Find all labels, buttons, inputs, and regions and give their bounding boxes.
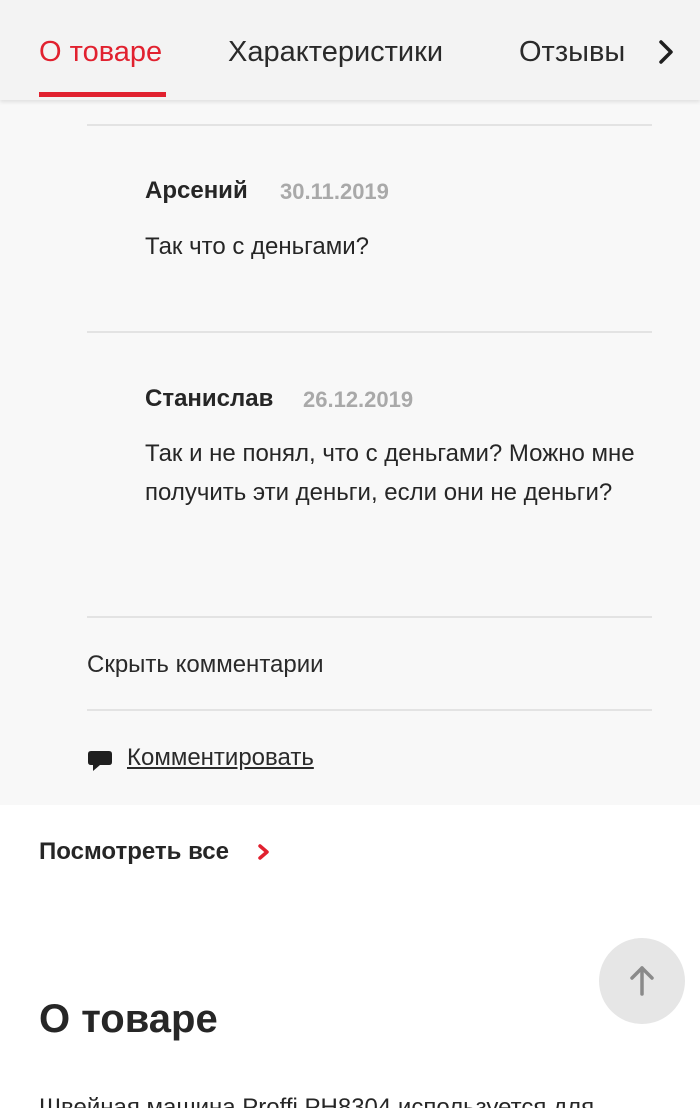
scroll-to-top-button[interactable] — [599, 938, 685, 1024]
tab-reviews[interactable]: Отзывы — [519, 34, 625, 70]
comment-date: 26.12.2019 — [303, 387, 414, 412]
add-comment-label[interactable]: Комментировать — [127, 741, 314, 775]
chevron-right-icon — [258, 844, 269, 860]
product-description: Швейная машина Proffi PH8304 используетс… — [39, 1094, 595, 1108]
comment-author[interactable]: Арсений — [145, 176, 248, 206]
divider — [87, 616, 652, 618]
about-section-title: О товаре — [39, 997, 218, 1041]
tabs-scroll-right-button[interactable] — [652, 36, 682, 68]
see-all-label[interactable]: Посмотреть все — [39, 838, 229, 865]
comments-section: Арсений 30.11.2019 Так что с деньгами? С… — [0, 100, 700, 805]
tab-specs[interactable]: Характеристики — [228, 34, 443, 70]
hide-comments-link[interactable]: Скрыть комментарии — [87, 648, 324, 682]
speech-bubble-icon — [88, 751, 112, 771]
divider — [87, 331, 652, 333]
comment-author[interactable]: Станислав — [145, 384, 273, 414]
arrow-up-icon — [630, 966, 654, 996]
divider — [87, 124, 652, 126]
comment-date: 30.11.2019 — [280, 179, 389, 204]
comment-text: Так и не понял, что с деньгами? Можно мн… — [145, 440, 635, 506]
tab-bar: О товаре Характеристики Отзывы — [0, 0, 700, 100]
chevron-right-icon — [659, 40, 673, 64]
divider — [87, 709, 652, 711]
comment-text: Так что с деньгами? — [145, 233, 369, 260]
see-all-link[interactable]: Посмотреть все — [39, 834, 269, 870]
tab-about[interactable]: О товаре — [39, 34, 162, 70]
active-tab-indicator — [39, 92, 166, 97]
